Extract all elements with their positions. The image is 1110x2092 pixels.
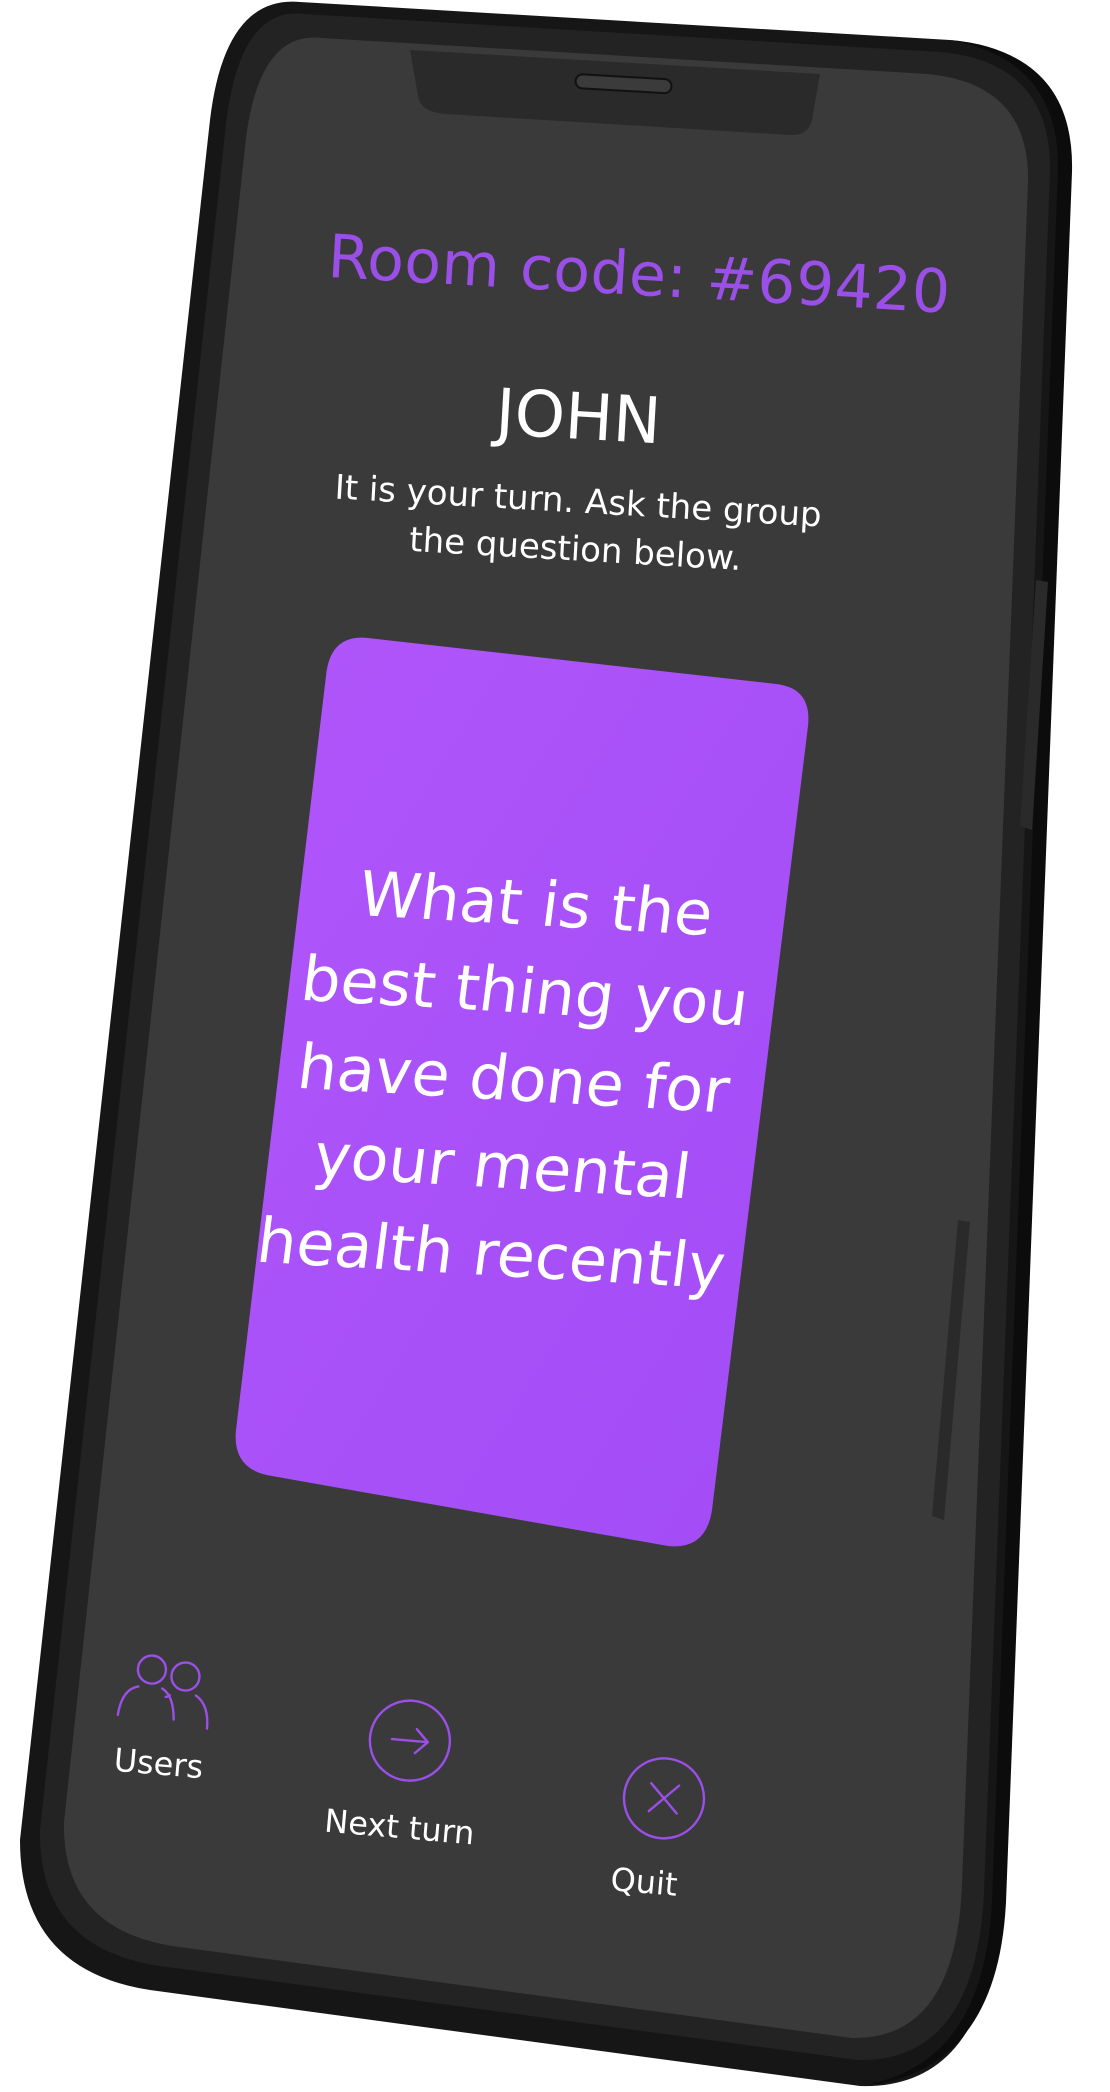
users-label: Users	[112, 1740, 205, 1787]
close-icon	[622, 1757, 706, 1840]
question-text: What is the best thing you have done for…	[252, 857, 753, 1304]
quit-label: Quit	[609, 1860, 680, 1904]
game-screen: Room code: #69420 JOHN It is your turn. …	[0, 0, 1110, 2092]
users-icon	[116, 1654, 209, 1730]
arrow-right-icon	[368, 1699, 452, 1782]
